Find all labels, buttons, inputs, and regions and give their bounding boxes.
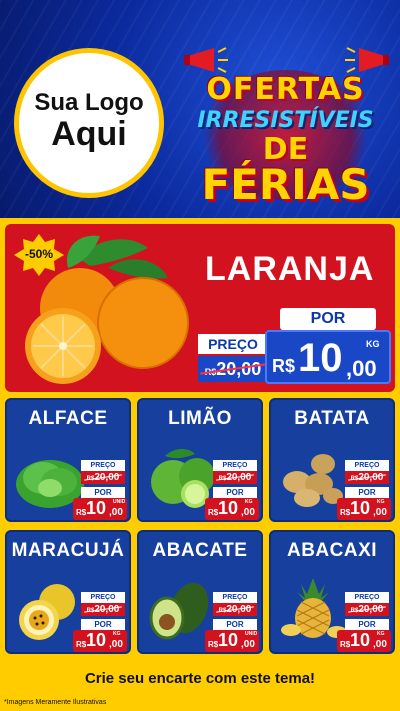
price-unit: KG (245, 499, 253, 505)
price-decimal: ,00 (109, 639, 123, 650)
logo-line-2: Aqui (51, 115, 127, 154)
price-unit: KG (366, 339, 380, 349)
megaphone-icon (345, 47, 389, 73)
product-name: ABACATE (152, 540, 248, 561)
product-card-abacaxi[interactable]: ABACAXI PREÇO R$20,00 POR R$ 10 ,00 KG (269, 530, 395, 654)
price-unit: UNID (245, 631, 258, 637)
por-label: POR (280, 308, 376, 330)
preco-label: PREÇO (345, 592, 389, 603)
product-name: LIMÃO (168, 408, 232, 429)
price-integer: 10 (218, 498, 239, 518)
disclaimer-note: *Imagens Meramente Ilustrativas (4, 699, 107, 706)
product-card-limao[interactable]: LIMÃO PREÇO R$20,00 POR R$ 10 ,00 KG (137, 398, 263, 522)
por-label: POR (81, 487, 125, 498)
promo-word-ofertas: OFERTAS (206, 72, 365, 107)
price-currency: R$ (208, 508, 219, 517)
discount-badge: -50% (24, 247, 53, 261)
product-name: ALFACE (28, 408, 108, 429)
price-decimal: ,00 (373, 507, 387, 518)
price-integer: 10 (86, 498, 107, 518)
price-decimal: ,00 (241, 507, 255, 518)
por-label: POR (345, 619, 389, 630)
price-integer: 10 (298, 336, 343, 380)
logo-placeholder: Sua Logo Aqui (14, 48, 164, 198)
price-unit: KG (377, 499, 385, 505)
product-card-alface[interactable]: ALFACE PREÇO R$20,00 POR R$ 10 ,00 UNID (5, 398, 131, 522)
preco-label: PREÇO (81, 460, 125, 471)
cta-banner[interactable]: Crie seu encarte com este tema! (5, 664, 395, 692)
price-unit: KG (377, 631, 385, 637)
price-currency: R$ (272, 356, 296, 376)
product-name: BATATA (294, 408, 370, 429)
price-integer: 10 (218, 630, 239, 650)
preco-label: PREÇO (198, 334, 268, 354)
price-integer: 10 (350, 498, 371, 518)
preco-label: PREÇO (213, 460, 257, 471)
price-decimal: ,00 (109, 507, 123, 518)
por-label: POR (213, 487, 257, 498)
hero-product-name: LARANJA (205, 250, 375, 288)
megaphone-icon (184, 47, 228, 73)
preco-label: PREÇO (213, 592, 257, 603)
header-banner: Sua Logo Aqui OFERTAS IRRESISTÍVEIS DE F… (0, 0, 400, 218)
promo-title: OFERTAS IRRESISTÍVEIS DE FÉRIAS (178, 40, 393, 210)
product-name: ABACAXI (286, 540, 378, 561)
price-currency: R$ (76, 508, 87, 517)
product-card-abacate[interactable]: ABACATE PREÇO R$20,00 POR R$ 10 ,00 UNID (137, 530, 263, 654)
por-label: POR (213, 619, 257, 630)
price-currency: R$ (208, 640, 219, 649)
por-label: POR (345, 487, 389, 498)
price-integer: 10 (86, 630, 107, 650)
promo-word-ferias: FÉRIAS (201, 160, 370, 209)
por-label: POR (81, 619, 125, 630)
price-currency: R$ (340, 508, 351, 517)
price-currency: R$ (340, 640, 351, 649)
price-integer: 10 (350, 630, 371, 650)
price-unit: UNID (113, 499, 126, 505)
product-card-maracuja[interactable]: MARACUJÁ PREÇO R$20,00 POR R$ 10 ,00 KG (5, 530, 131, 654)
preco-label: PREÇO (345, 460, 389, 471)
flyer-page: Sua Logo Aqui OFERTAS IRRESISTÍVEIS DE F… (0, 0, 400, 711)
price-decimal: ,00 (241, 639, 255, 650)
price-decimal: ,00 (346, 356, 377, 381)
product-card-batata[interactable]: BATATA PREÇO R$20,00 POR R$ 10 ,00 KG (269, 398, 395, 522)
price-decimal: ,00 (373, 639, 387, 650)
price-currency: R$ (76, 640, 87, 649)
promo-word-irresistiveis: IRRESISTÍVEIS (197, 108, 374, 133)
preco-label: PREÇO (81, 592, 125, 603)
product-name: MARACUJÁ (11, 540, 125, 561)
logo-line-1: Sua Logo (34, 89, 144, 117)
price-unit: KG (113, 631, 121, 637)
